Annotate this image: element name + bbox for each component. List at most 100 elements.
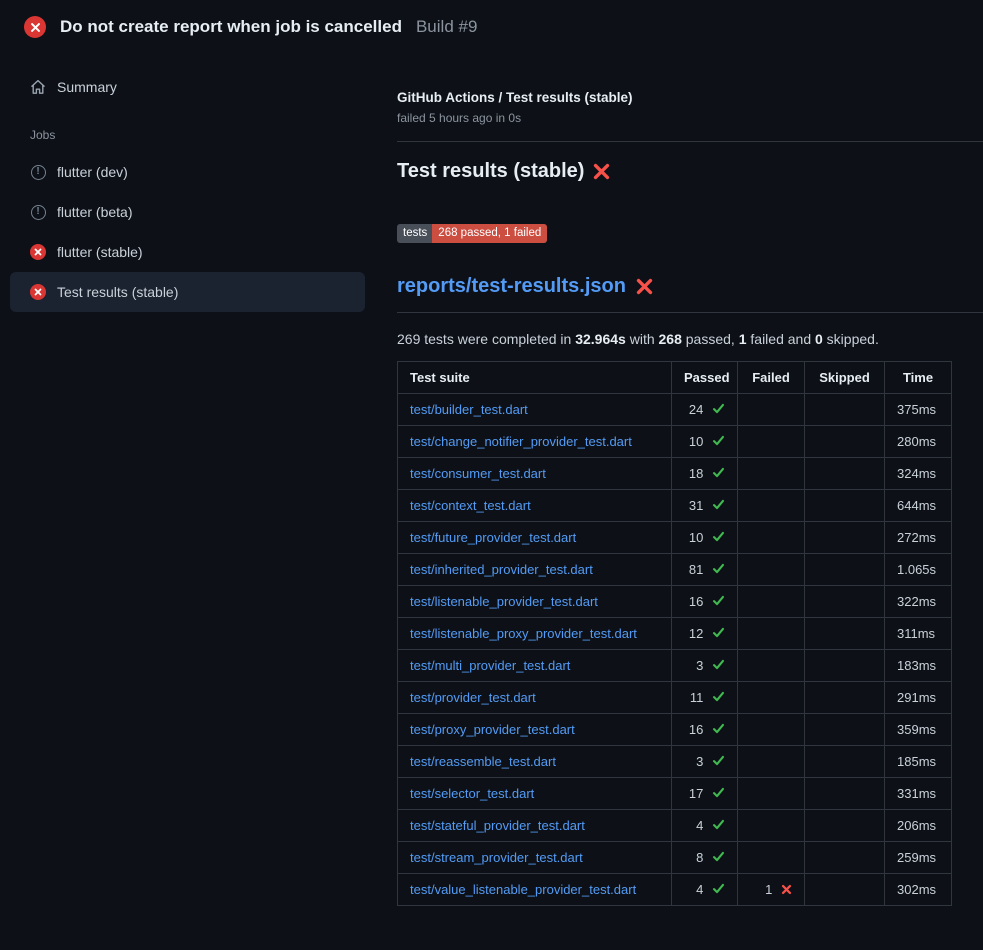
- skipped-cell: [805, 682, 885, 714]
- failed-cell: [738, 714, 805, 746]
- passed-cell: 16: [672, 714, 738, 746]
- time-cell: 185ms: [885, 746, 952, 778]
- suite-link[interactable]: test/stream_provider_test.dart: [410, 850, 583, 865]
- time-cell: 291ms: [885, 682, 952, 714]
- failed-cell: [738, 746, 805, 778]
- table-row: test/future_provider_test.dart 10 272ms: [398, 522, 952, 554]
- check-icon: [712, 754, 725, 767]
- passed-cell: 3: [672, 650, 738, 682]
- job-label: flutter (stable): [57, 244, 143, 260]
- suite-link[interactable]: test/future_provider_test.dart: [410, 530, 576, 545]
- failed-cell: [738, 618, 805, 650]
- badge-value: 268 passed, 1 failed: [432, 224, 547, 244]
- skipped-cell: [805, 650, 885, 682]
- time-cell: 324ms: [885, 458, 952, 490]
- column-header-failed: Failed: [738, 362, 805, 394]
- check-icon: [712, 594, 725, 607]
- sidebar-job-item[interactable]: flutter (stable): [10, 232, 365, 272]
- passed-cell: 81: [672, 554, 738, 586]
- failed-cell: [738, 650, 805, 682]
- passed-cell: 10: [672, 522, 738, 554]
- skipped-cell: [805, 714, 885, 746]
- failed-cell: [738, 490, 805, 522]
- suite-link[interactable]: test/stateful_provider_test.dart: [410, 818, 585, 833]
- divider: [397, 141, 983, 142]
- table-row: test/proxy_provider_test.dart 16 359ms: [398, 714, 952, 746]
- skipped-cell: [805, 842, 885, 874]
- table-row: test/reassemble_test.dart 3 185ms: [398, 746, 952, 778]
- neutral-status-icon: !: [31, 165, 46, 180]
- sidebar: Summary Jobs ! flutter (dev) ! flutter (…: [0, 50, 375, 312]
- results-table-body: test/builder_test.dart 24 375ms test/cha…: [398, 394, 952, 906]
- time-cell: 359ms: [885, 714, 952, 746]
- skipped-cell: [805, 586, 885, 618]
- sidebar-job-item[interactable]: ! flutter (dev): [10, 152, 365, 192]
- suite-link[interactable]: test/provider_test.dart: [410, 690, 536, 705]
- jobs-list: ! flutter (dev) ! flutter (beta) flutter…: [0, 152, 375, 312]
- suite-link[interactable]: test/selector_test.dart: [410, 786, 534, 801]
- skipped-cell: [805, 810, 885, 842]
- suite-link[interactable]: test/listenable_provider_test.dart: [410, 594, 598, 609]
- table-row: test/provider_test.dart 11 291ms: [398, 682, 952, 714]
- passed-cell: 10: [672, 426, 738, 458]
- run-header: Do not create report when job is cancell…: [0, 0, 983, 50]
- time-cell: 302ms: [885, 874, 952, 906]
- suite-link[interactable]: test/proxy_provider_test.dart: [410, 722, 575, 737]
- skipped-cell: [805, 746, 885, 778]
- suite-link[interactable]: test/reassemble_test.dart: [410, 754, 556, 769]
- passed-cell: 8: [672, 842, 738, 874]
- time-cell: 311ms: [885, 618, 952, 650]
- skipped-cell: [805, 490, 885, 522]
- suite-link[interactable]: test/builder_test.dart: [410, 402, 528, 417]
- suite-link[interactable]: test/multi_provider_test.dart: [410, 658, 570, 673]
- suite-link[interactable]: test/consumer_test.dart: [410, 466, 546, 481]
- main-content: GitHub Actions / Test results (stable) f…: [375, 50, 983, 906]
- section-title: Test results (stable): [397, 160, 983, 183]
- skipped-cell: [805, 618, 885, 650]
- x-icon: [34, 248, 42, 256]
- failed-cell: [738, 586, 805, 618]
- suite-link[interactable]: test/inherited_provider_test.dart: [410, 562, 593, 577]
- passed-cell: 4: [672, 874, 738, 906]
- job-label: Test results (stable): [57, 284, 178, 300]
- x-icon: [30, 22, 41, 33]
- passed-cell: 17: [672, 778, 738, 810]
- column-header-test-suite: Test suite: [398, 362, 672, 394]
- sidebar-job-item[interactable]: Test results (stable): [10, 272, 365, 312]
- table-row: test/builder_test.dart 24 375ms: [398, 394, 952, 426]
- check-icon: [712, 626, 725, 639]
- sidebar-item-summary[interactable]: Summary: [10, 68, 365, 106]
- time-cell: 272ms: [885, 522, 952, 554]
- failed-cell: 1: [738, 874, 805, 906]
- failed-status-icon: [30, 244, 46, 260]
- check-icon: [712, 466, 725, 479]
- passed-cell: 16: [672, 586, 738, 618]
- check-icon: [712, 850, 725, 863]
- summary-passed-count: 268: [659, 331, 682, 347]
- summary-failed-count: 1: [739, 331, 747, 347]
- report-file-link[interactable]: reports/test-results.json: [397, 275, 626, 298]
- job-label: flutter (beta): [57, 204, 132, 220]
- skipped-cell: [805, 458, 885, 490]
- column-header-passed: Passed: [672, 362, 738, 394]
- table-row: test/change_notifier_provider_test.dart …: [398, 426, 952, 458]
- neutral-status-icon: !: [31, 205, 46, 220]
- suite-link[interactable]: test/context_test.dart: [410, 498, 531, 513]
- jobs-section-heading: Jobs: [30, 128, 375, 142]
- suite-link[interactable]: test/listenable_proxy_provider_test.dart: [410, 626, 637, 641]
- time-cell: 375ms: [885, 394, 952, 426]
- check-icon: [712, 562, 725, 575]
- passed-cell: 24: [672, 394, 738, 426]
- passed-cell: 3: [672, 746, 738, 778]
- time-cell: 206ms: [885, 810, 952, 842]
- failed-cell: [738, 810, 805, 842]
- sidebar-job-item[interactable]: ! flutter (beta): [10, 192, 365, 232]
- report-heading: reports/test-results.json: [397, 275, 983, 313]
- sidebar-summary-label: Summary: [57, 79, 117, 95]
- skipped-cell: [805, 554, 885, 586]
- failed-cell: [738, 426, 805, 458]
- passed-cell: 31: [672, 490, 738, 522]
- suite-link[interactable]: test/value_listenable_provider_test.dart: [410, 882, 636, 897]
- job-label: flutter (dev): [57, 164, 128, 180]
- suite-link[interactable]: test/change_notifier_provider_test.dart: [410, 434, 632, 449]
